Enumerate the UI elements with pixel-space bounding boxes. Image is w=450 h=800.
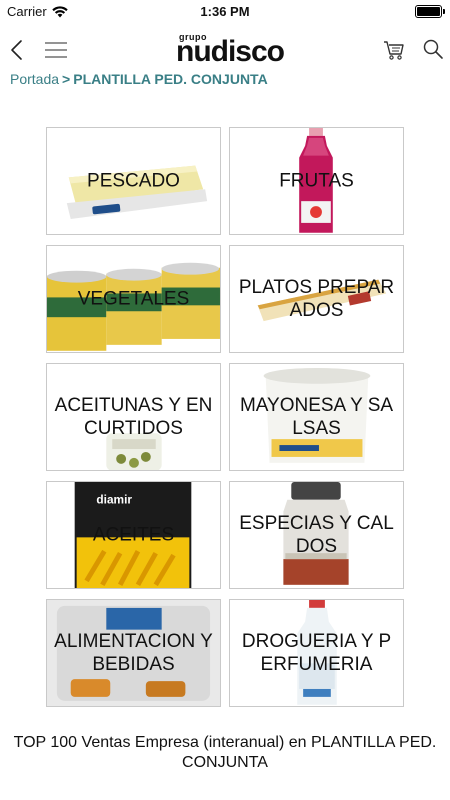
chevron-left-icon [11,40,22,60]
status-bar: Carrier 1:36 PM [0,0,450,24]
search-icon [423,39,443,59]
category-tile-alimentacion-bebidas[interactable]: ALIMENTACION Y BEBIDAS [46,599,221,707]
brand-label: diamir [96,493,132,507]
category-label: PESCADO [87,170,180,192]
category-label: ACEITES [92,524,175,546]
header: grupo nudisco [0,28,450,72]
breadcrumb-home-link[interactable]: Portada [10,71,59,87]
category-tile-especias-caldos[interactable]: ESPECIAS Y CALDOS [229,481,404,589]
breadcrumb-current: PLANTILLA PED. CONJUNTA [73,71,268,87]
category-label: DROGUERIA Y PERFUMERIA [241,631,392,675]
category-label: PLATOS PREPARADOS [238,277,395,321]
hamburger-menu-icon [45,42,67,58]
category-label: MAYONESA Y SALSAS [239,395,394,439]
category-label: ACEITUNAS Y ENCURTIDOS [54,395,213,439]
cart-button[interactable] [382,38,406,62]
back-button[interactable] [8,38,28,62]
category-tile-platos-preparados[interactable]: PLATOS PREPARADOS [229,245,404,353]
breadcrumb-separator: > [62,71,71,87]
category-label: ESPECIAS Y CALDOS [239,513,394,557]
shopping-cart-icon [384,41,404,60]
category-tile-frutas[interactable]: FRUTAS [229,127,404,235]
category-tile-aceitunas-encurtidos[interactable]: ACEITUNAS Y ENCURTIDOS [46,363,221,471]
battery-level [417,7,440,16]
category-label: VEGETALES [77,288,190,310]
search-button[interactable] [422,38,444,60]
category-tile-aceites[interactable]: diamir ACEITES [46,481,221,589]
category-tile-vegetales[interactable]: VEGETALES [46,245,221,353]
top-sales-link[interactable]: TOP 100 Ventas Empresa (interanual) en P… [0,733,450,773]
category-label: ALIMENTACION Y BEBIDAS [54,631,213,675]
logo-main: nudisco [176,35,285,68]
breadcrumb: Portada > PLANTILLA PED. CONJUNTA [10,71,268,87]
status-time: 1:36 PM [200,4,250,19]
menu-button[interactable] [44,40,68,60]
battery-icon [415,5,445,18]
logo[interactable]: grupo nudisco [176,30,285,68]
category-label: FRUTAS [279,170,354,192]
category-tile-mayonesa-salsas[interactable]: MAYONESA Y SALSAS [229,363,404,471]
category-tile-pescado[interactable]: PESCADO [46,127,221,235]
category-tile-drogueria-perfumeria[interactable]: DROGUERIA Y PERFUMERIA [229,599,404,707]
